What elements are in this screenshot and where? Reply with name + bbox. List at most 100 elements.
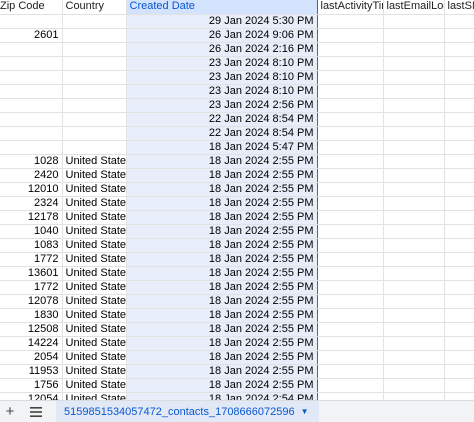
cell-last-email-log-time[interactable] — [383, 280, 445, 295]
cell-last-sms[interactable] — [444, 266, 474, 281]
cell-country[interactable] — [62, 84, 127, 99]
cell-created-date[interactable]: 23 Jan 2024 8:10 PM — [125, 84, 318, 99]
cell-last-activity-time[interactable] — [317, 42, 384, 57]
cell-country[interactable]: United States — [62, 308, 127, 323]
cell-last-activity-time[interactable] — [317, 294, 384, 309]
cell-created-date[interactable]: 18 Jan 2024 2:55 PM — [125, 210, 318, 225]
cell-last-email-log-time[interactable] — [383, 28, 445, 43]
cell-country[interactable]: United States — [62, 350, 127, 365]
cell-created-date[interactable]: 23 Jan 2024 8:10 PM — [125, 56, 318, 71]
cell-created-date[interactable]: 26 Jan 2024 2:16 PM — [125, 42, 318, 57]
cell-last-activity-time[interactable] — [317, 182, 384, 197]
cell-last-sms[interactable] — [444, 350, 474, 365]
cell-created-date[interactable]: 18 Jan 2024 2:55 PM — [125, 238, 318, 253]
cell-created-date[interactable]: 18 Jan 2024 2:55 PM — [125, 336, 318, 351]
cell-country[interactable] — [62, 14, 127, 29]
cell-last-email-log-time[interactable] — [383, 182, 445, 197]
cell-last-email-log-time[interactable] — [383, 14, 445, 29]
cell-last-activity-time[interactable] — [317, 70, 384, 85]
cell-last-activity-time[interactable] — [317, 154, 384, 169]
cell-created-date[interactable]: 18 Jan 2024 2:55 PM — [125, 252, 318, 267]
cell-last-activity-time[interactable] — [317, 126, 384, 141]
cell-last-email-log-time[interactable] — [383, 378, 445, 393]
sheet-tab-contacts[interactable]: 5159851534057472_contacts_1708666072596 … — [56, 401, 319, 422]
cell-last-activity-time[interactable] — [317, 14, 384, 29]
cell-zip-code[interactable]: 1772 — [0, 252, 63, 267]
cell-last-email-log-time[interactable] — [383, 70, 445, 85]
all-sheets-button[interactable] — [22, 401, 50, 422]
cell-zip-code[interactable] — [0, 42, 63, 57]
cell-last-email-log-time[interactable] — [383, 336, 445, 351]
cell-last-activity-time[interactable] — [317, 238, 384, 253]
cell-country[interactable]: United States — [62, 322, 127, 337]
cell-zip-code[interactable] — [0, 70, 63, 85]
cell-zip-code[interactable]: 11953 — [0, 364, 63, 379]
cell-last-activity-time[interactable] — [317, 224, 384, 239]
cell-last-sms[interactable] — [444, 378, 474, 393]
cell-last-activity-time[interactable] — [317, 364, 384, 379]
cell-last-activity-time[interactable] — [317, 252, 384, 267]
cell-zip-code[interactable]: 1772 — [0, 280, 63, 295]
cell-last-email-log-time[interactable] — [383, 98, 445, 113]
cell-zip-code[interactable] — [0, 140, 63, 155]
cell-last-sms[interactable] — [444, 70, 474, 85]
cell-last-sms[interactable] — [444, 252, 474, 267]
cell-created-date[interactable]: 18 Jan 2024 2:55 PM — [125, 266, 318, 281]
cell-last-email-log-time[interactable] — [383, 322, 445, 337]
cell-last-activity-time[interactable] — [317, 196, 384, 211]
cell-last-sms[interactable] — [444, 140, 474, 155]
cell-last-sms[interactable] — [444, 28, 474, 43]
column-header-last-sms[interactable]: lastSMS — [444, 0, 474, 15]
cell-last-sms[interactable] — [444, 294, 474, 309]
cell-last-activity-time[interactable] — [317, 210, 384, 225]
cell-last-activity-time[interactable] — [317, 84, 384, 99]
cell-zip-code[interactable]: 12508 — [0, 322, 63, 337]
cell-created-date[interactable]: 18 Jan 2024 2:55 PM — [125, 308, 318, 323]
cell-last-sms[interactable] — [444, 336, 474, 351]
cell-last-email-log-time[interactable] — [383, 84, 445, 99]
cell-country[interactable]: United States — [62, 154, 127, 169]
cell-created-date[interactable]: 22 Jan 2024 8:54 PM — [125, 126, 318, 141]
cell-zip-code[interactable]: 1040 — [0, 224, 63, 239]
cell-last-sms[interactable] — [444, 126, 474, 141]
column-header-last-email-log-time[interactable]: lastEmailLogTim — [383, 0, 445, 15]
cell-country[interactable]: United States — [62, 294, 127, 309]
column-header-created-date[interactable]: Created Date — [125, 0, 318, 15]
cell-last-sms[interactable] — [444, 182, 474, 197]
cell-last-sms[interactable] — [444, 98, 474, 113]
cell-created-date[interactable]: 18 Jan 2024 2:55 PM — [125, 350, 318, 365]
cell-last-sms[interactable] — [444, 322, 474, 337]
cell-last-activity-time[interactable] — [317, 280, 384, 295]
cell-country[interactable]: United States — [62, 378, 127, 393]
cell-country[interactable] — [62, 28, 127, 43]
cell-zip-code[interactable] — [0, 84, 63, 99]
cell-zip-code[interactable]: 2324 — [0, 196, 63, 211]
column-header-zip-code[interactable]: Zip Code — [0, 0, 63, 15]
cell-created-date[interactable]: 18 Jan 2024 2:55 PM — [125, 168, 318, 183]
cell-zip-code[interactable]: 1830 — [0, 308, 63, 323]
cell-created-date[interactable]: 18 Jan 2024 2:55 PM — [125, 182, 318, 197]
cell-last-activity-time[interactable] — [317, 266, 384, 281]
cell-last-sms[interactable] — [444, 42, 474, 57]
cell-country[interactable] — [62, 98, 127, 113]
cell-country[interactable] — [62, 140, 127, 155]
cell-zip-code[interactable]: 2420 — [0, 168, 63, 183]
cell-country[interactable]: United States — [62, 182, 127, 197]
cell-zip-code[interactable]: 1028 — [0, 154, 63, 169]
cell-last-email-log-time[interactable] — [383, 266, 445, 281]
cell-created-date[interactable]: 22 Jan 2024 8:54 PM — [125, 112, 318, 127]
cell-last-sms[interactable] — [444, 168, 474, 183]
cell-country[interactable] — [62, 70, 127, 85]
cell-zip-code[interactable] — [0, 126, 63, 141]
cell-last-activity-time[interactable] — [317, 98, 384, 113]
cell-last-email-log-time[interactable] — [383, 210, 445, 225]
cell-last-email-log-time[interactable] — [383, 238, 445, 253]
cell-last-email-log-time[interactable] — [383, 224, 445, 239]
cell-last-activity-time[interactable] — [317, 28, 384, 43]
cell-zip-code[interactable] — [0, 98, 63, 113]
cell-last-email-log-time[interactable] — [383, 56, 445, 71]
cell-last-activity-time[interactable] — [317, 336, 384, 351]
cell-created-date[interactable]: 18 Jan 2024 2:55 PM — [125, 378, 318, 393]
cell-last-activity-time[interactable] — [317, 350, 384, 365]
cell-country[interactable]: United States — [62, 210, 127, 225]
